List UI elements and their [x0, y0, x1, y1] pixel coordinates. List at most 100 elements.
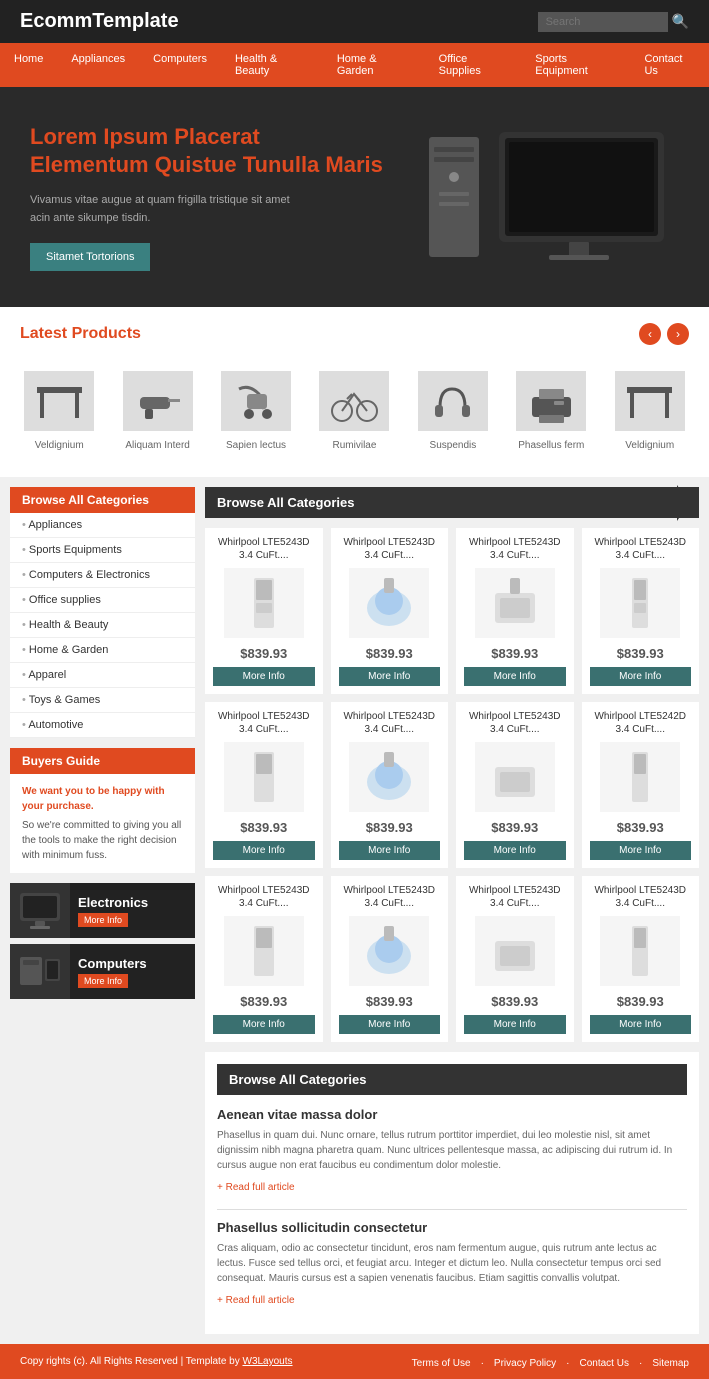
sidebar-item-appliances[interactable]: Appliances: [10, 513, 195, 538]
sidebar-item-office[interactable]: Office supplies: [10, 588, 195, 613]
sidebar-item-automotive[interactable]: Automotive: [10, 713, 195, 738]
nav-office-supplies[interactable]: Office Supplies: [425, 43, 522, 87]
product-title-10: Whirlpool LTE5243D 3.4 CuFt....: [339, 884, 441, 910]
blog-readmore-1[interactable]: + Read full article: [217, 1182, 295, 1193]
promo-electronics-btn[interactable]: More Info: [78, 913, 128, 927]
nav-home[interactable]: Home: [0, 43, 57, 87]
product-thumb-img-1: [24, 371, 94, 431]
product-btn-2[interactable]: More Info: [339, 667, 441, 686]
buyers-guide-highlight: We want you to be happy with your purcha…: [22, 784, 183, 814]
product-thumb-img-6: [516, 371, 586, 431]
product-btn-5[interactable]: More Info: [213, 841, 315, 860]
product-card-12: Whirlpool LTE5243D 3.4 CuFt.... $839.93 …: [582, 876, 700, 1042]
product-img-12: [600, 916, 680, 986]
product-price-11: $839.93: [464, 994, 566, 1009]
product-btn-3[interactable]: More Info: [464, 667, 566, 686]
footer-terms[interactable]: Terms of Use: [412, 1358, 471, 1369]
nav-health-beauty[interactable]: Health & Beauty: [221, 43, 323, 87]
product-thumb-img-7: [615, 371, 685, 431]
sidebar-item-sports[interactable]: Sports Equipments: [10, 538, 195, 563]
buyers-guide-text: We want you to be happy with your purcha…: [10, 774, 195, 873]
footer-contact[interactable]: Contact Us: [580, 1358, 629, 1369]
product-btn-9[interactable]: More Info: [213, 1015, 315, 1034]
product-title-5: Whirlpool LTE5243D 3.4 CuFt....: [213, 710, 315, 736]
blog-article-2: Phasellus sollicitudin consectetur Cras …: [217, 1220, 687, 1306]
blog-body-2: Cras aliquam, odio ac consectetur tincid…: [217, 1241, 687, 1286]
product-thumb-img-5: [418, 371, 488, 431]
main-nav: Home Appliances Computers Health & Beaut…: [0, 43, 709, 87]
product-thumb-6: Phasellus ferm: [516, 371, 586, 451]
sidebar-item-apparel[interactable]: Apparel: [10, 663, 195, 688]
browse-categories-label: Browse All Categories: [10, 487, 195, 513]
sidebar-item-computers[interactable]: Computers & Electronics: [10, 563, 195, 588]
product-btn-1[interactable]: More Info: [213, 667, 315, 686]
promo-computers-image: [10, 944, 70, 999]
footer-copy: Copy rights (c). All Rights Reserved | T…: [20, 1356, 293, 1367]
blog-title-1: Aenean vitae massa dolor: [217, 1107, 687, 1122]
nav-contact[interactable]: Contact Us: [630, 43, 709, 87]
blog-body-1: Phasellus in quam dui. Nunc ornare, tell…: [217, 1128, 687, 1173]
nav-sports-equipment[interactable]: Sports Equipment: [521, 43, 630, 87]
hero-description: Vivamus vitae augue at quam frigilla tri…: [30, 192, 290, 227]
product-title-9: Whirlpool LTE5243D 3.4 CuFt....: [213, 884, 315, 910]
next-arrow[interactable]: ›: [667, 323, 689, 345]
product-img-9: [224, 916, 304, 986]
product-price-5: $839.93: [213, 820, 315, 835]
product-img-5: [224, 742, 304, 812]
hero-text: Lorem Ipsum Placerat Elementum Quistue T…: [30, 123, 409, 271]
product-price-2: $839.93: [339, 646, 441, 661]
sidebar-item-health[interactable]: Health & Beauty: [10, 613, 195, 638]
promo-electronics-info: Electronics More Info: [70, 891, 195, 931]
footer-privacy[interactable]: Privacy Policy: [494, 1358, 556, 1369]
product-thumb-img-4: [319, 371, 389, 431]
product-btn-12[interactable]: More Info: [590, 1015, 692, 1034]
nav-computers[interactable]: Computers: [139, 43, 221, 87]
product-price-6: $839.93: [339, 820, 441, 835]
sidebar-item-toys[interactable]: Toys & Games: [10, 688, 195, 713]
footer-sitemap[interactable]: Sitemap: [652, 1358, 689, 1369]
blog-readmore-2[interactable]: + Read full article: [217, 1295, 295, 1306]
sidebar-item-home-garden[interactable]: Home & Garden: [10, 638, 195, 663]
product-btn-11[interactable]: More Info: [464, 1015, 566, 1034]
product-title-8: Whirlpool LTE5242D 3.4 CuFt....: [590, 710, 692, 736]
product-thumb-5: Suspendis: [418, 371, 488, 451]
product-card-5: Whirlpool LTE5243D 3.4 CuFt.... $839.93 …: [205, 702, 323, 868]
product-card-1: Whirlpool LTE5243D 3.4 CuFt.... $839.93 …: [205, 528, 323, 694]
product-img-11: [475, 916, 555, 986]
product-price-10: $839.93: [339, 994, 441, 1009]
product-title-12: Whirlpool LTE5243D 3.4 CuFt....: [590, 884, 692, 910]
product-btn-7[interactable]: More Info: [464, 841, 566, 860]
product-price-1: $839.93: [213, 646, 315, 661]
product-card-6: Whirlpool LTE5243D 3.4 CuFt.... $839.93 …: [331, 702, 449, 868]
product-thumb-img-2: [123, 371, 193, 431]
product-btn-10[interactable]: More Info: [339, 1015, 441, 1034]
product-title-7: Whirlpool LTE5243D 3.4 CuFt....: [464, 710, 566, 736]
latest-products-title: Latest Products: [20, 325, 141, 343]
promo-computers-btn[interactable]: More Info: [78, 974, 128, 988]
product-btn-4[interactable]: More Info: [590, 667, 692, 686]
product-thumb-label-3: Sapien lectus: [226, 440, 286, 451]
product-thumb-1: Veldignium: [24, 371, 94, 451]
product-card-11: Whirlpool LTE5243D 3.4 CuFt.... $839.93 …: [456, 876, 574, 1042]
product-btn-8[interactable]: More Info: [590, 841, 692, 860]
latest-products-row: Veldignium Aliquam Interd: [20, 361, 689, 461]
product-img-3: [475, 568, 555, 638]
prev-arrow[interactable]: ‹: [639, 323, 661, 345]
product-btn-6[interactable]: More Info: [339, 841, 441, 860]
search-icon[interactable]: 🔍: [672, 13, 689, 30]
footer-template-link[interactable]: W3Layouts: [243, 1356, 293, 1367]
product-img-7: [475, 742, 555, 812]
product-thumb-4: Rumivilae: [319, 371, 389, 451]
hero-cta-button[interactable]: Sitamet Tortorions: [30, 243, 150, 271]
search-input[interactable]: [538, 12, 668, 32]
product-title-2: Whirlpool LTE5243D 3.4 CuFt....: [339, 536, 441, 562]
nav-home-garden[interactable]: Home & Garden: [323, 43, 425, 87]
product-price-8: $839.93: [590, 820, 692, 835]
hero-section: Lorem Ipsum Placerat Elementum Quistue T…: [0, 87, 709, 307]
product-thumb-img-3: [221, 371, 291, 431]
nav-appliances[interactable]: Appliances: [57, 43, 139, 87]
search-bar: 🔍: [538, 12, 689, 32]
product-title-3: Whirlpool LTE5243D 3.4 CuFt....: [464, 536, 566, 562]
product-card-8: Whirlpool LTE5242D 3.4 CuFt.... $839.93 …: [582, 702, 700, 868]
buyers-guide-label: Buyers Guide: [10, 748, 195, 774]
